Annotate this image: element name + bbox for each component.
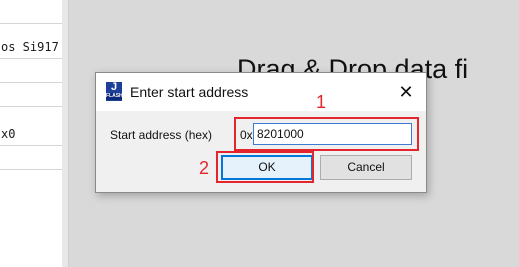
panel-splitter[interactable] [62, 0, 69, 267]
table-row [0, 83, 62, 107]
table-row [0, 146, 62, 170]
table-row [0, 0, 62, 24]
table-row [0, 59, 62, 83]
table-row: os Si917 [0, 35, 62, 59]
annotation-box-1 [234, 117, 419, 151]
left-data-panel: os Si917 x0 [0, 0, 63, 267]
dialog-titlebar[interactable]: J FLASH Enter start address ✕ [96, 73, 426, 111]
start-address-label: Start address (hex) [110, 128, 213, 142]
cancel-button[interactable]: Cancel [320, 155, 412, 180]
table-row: x0 [0, 122, 62, 146]
annotation-number-2: 2 [199, 158, 210, 178]
annotation-number-1: 1 [316, 92, 327, 112]
close-icon[interactable]: ✕ [396, 82, 416, 102]
dialog-title: Enter start address [130, 84, 249, 100]
annotation-box-2 [216, 151, 314, 183]
jflash-app-icon: J FLASH [106, 81, 123, 101]
